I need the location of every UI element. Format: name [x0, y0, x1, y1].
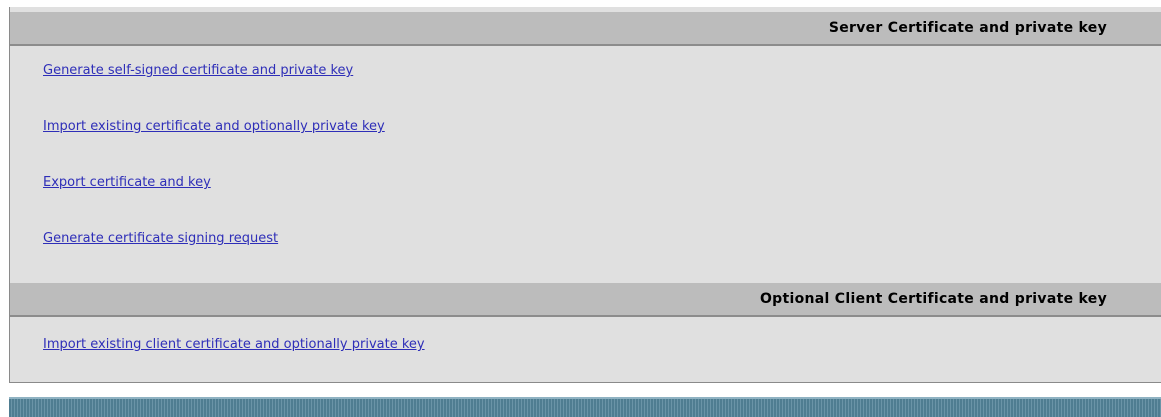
certificate-panel: Server Certificate and private key Gener… [9, 7, 1161, 383]
export-certificate-link[interactable]: Export certificate and key [43, 175, 211, 190]
import-existing-certificate-link[interactable]: Import existing certificate and optional… [43, 119, 385, 134]
generate-signing-request-link[interactable]: Generate certificate signing request [43, 231, 278, 246]
footer-bar [9, 397, 1161, 417]
section-header-server-certificate: Server Certificate and private key [10, 12, 1161, 46]
import-client-certificate-link[interactable]: Import existing client certificate and o… [43, 337, 425, 352]
section-header-client-certificate: Optional Client Certificate and private … [10, 283, 1161, 317]
generate-self-signed-certificate-link[interactable]: Generate self-signed certificate and pri… [43, 63, 353, 78]
